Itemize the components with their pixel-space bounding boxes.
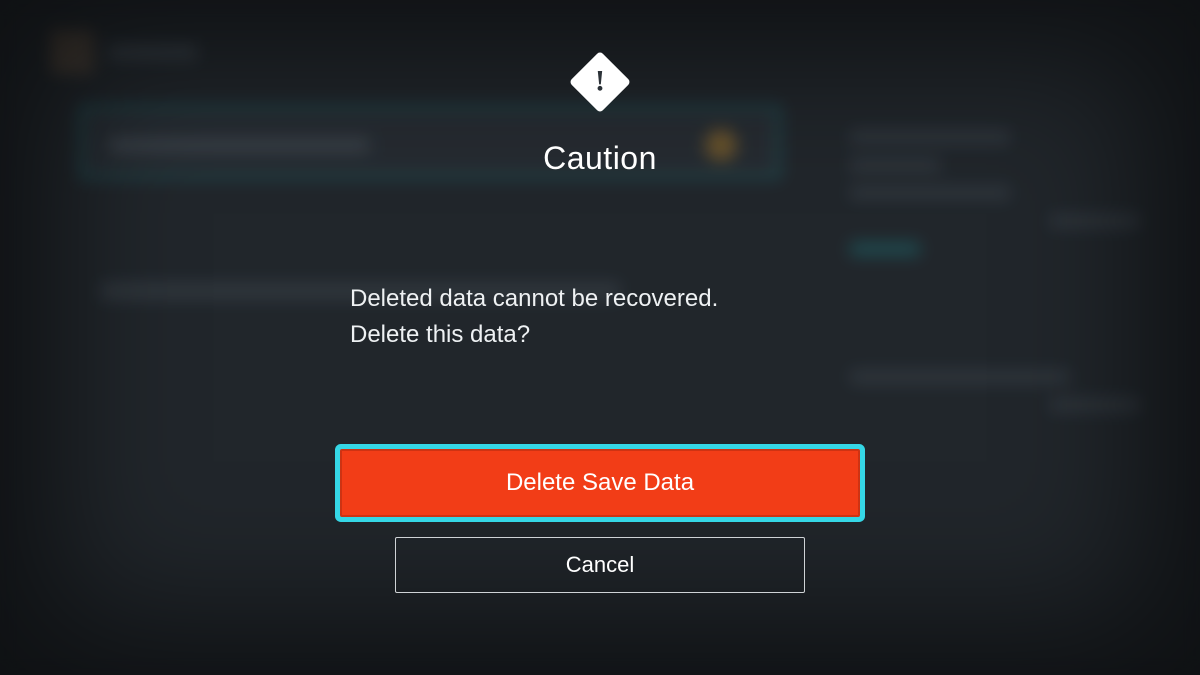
- dialog-message: Deleted data cannot be recovered. Delete…: [350, 281, 850, 353]
- cancel-label: Cancel: [566, 552, 634, 578]
- dialog-message-line-1: Deleted data cannot be recovered.: [350, 281, 850, 317]
- dialog-buttons: Delete Save Data Cancel: [340, 449, 860, 593]
- caution-icon: !: [568, 50, 632, 114]
- dialog-title: Caution: [543, 140, 657, 177]
- delete-save-data-label: Delete Save Data: [506, 469, 694, 497]
- dialog-message-line-2: Delete this data?: [350, 317, 850, 353]
- cancel-button[interactable]: Cancel: [395, 537, 805, 593]
- delete-save-data-button[interactable]: Delete Save Data: [340, 449, 860, 517]
- caution-dialog: ! Caution Deleted data cannot be recover…: [0, 0, 1200, 675]
